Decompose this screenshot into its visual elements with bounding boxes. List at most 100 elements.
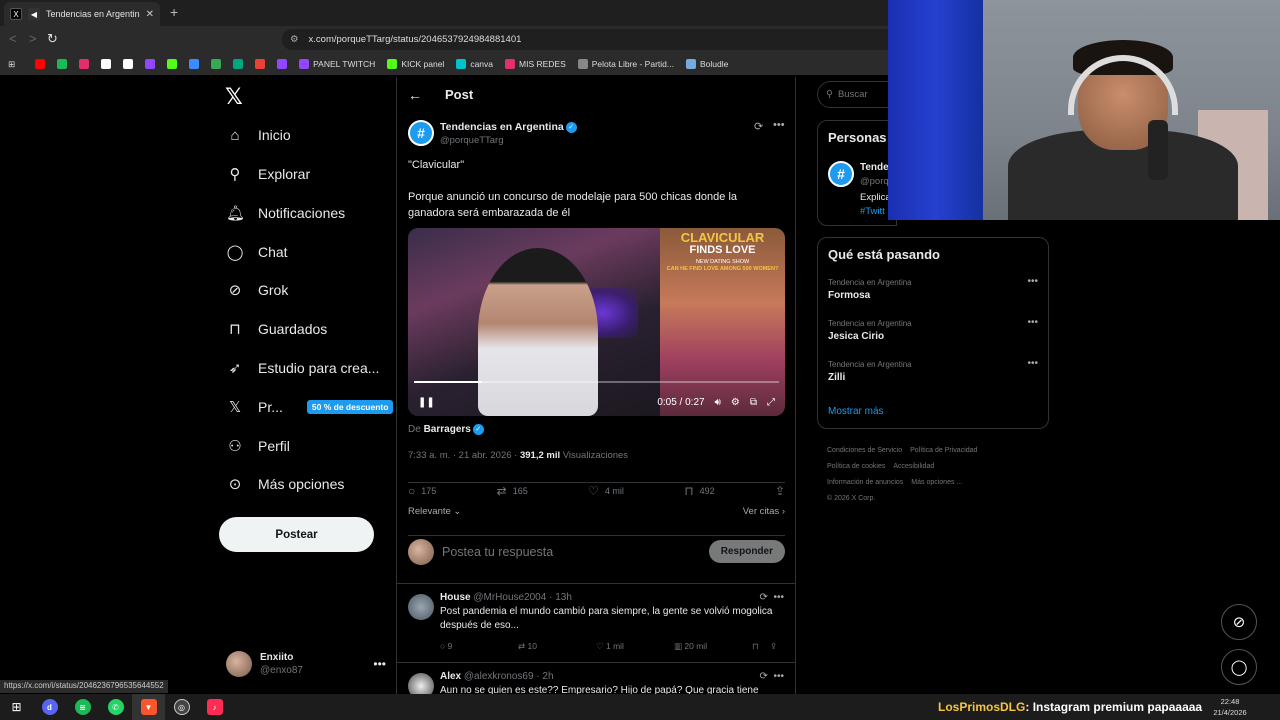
bookmark-item[interactable] [211,59,222,69]
bookmark-item[interactable]: MIS REDES [505,59,566,69]
nav-item-perfil[interactable]: ⚇ Perfil [226,427,290,465]
source-name[interactable]: Barragers [424,424,471,435]
post-timestamp[interactable]: 7:33 a. m. · 21 abr. 2026 · [408,450,517,461]
share-icon[interactable]: ⇪ [770,641,784,652]
bookmark-item[interactable] [255,59,266,69]
nav-item-inicio[interactable]: ⌂ Inicio [226,116,290,154]
nav-item-chat[interactable]: ◯ Chat [226,233,288,271]
bookmark-item[interactable] [57,59,68,69]
address-bar[interactable]: ⚙ x.com/porqueTTarg/status/2046537924984… [282,29,888,50]
more-icon[interactable]: ••• [1027,317,1038,328]
footer-link[interactable]: © 2026 X Corp. [827,495,875,502]
view-quotes-link[interactable]: Ver citas › [743,506,785,517]
settings-icon[interactable]: ⚙ [731,397,740,408]
site-info-icon[interactable]: ⚙ [290,34,299,45]
video-player[interactable]: CLAVICULAR FINDS LOVE NEW DATING SHOW CA… [408,228,785,416]
forward-button[interactable]: > [29,31,37,46]
pause-icon[interactable]: ❚❚ [418,397,435,408]
footer-link[interactable]: Más opciones ... [911,479,962,486]
reply-submit-button[interactable]: Responder [708,540,785,563]
repost-button[interactable]: ⇄ 10 [518,641,596,652]
nav-item-estudio-para-crea[interactable]: ➶ Estudio para crea... [226,349,380,387]
repost-button[interactable]: ⇄ 165 [497,484,528,498]
close-tab-icon[interactable]: ✕ [146,9,154,20]
more-icon[interactable]: ••• [1027,358,1038,369]
reload-button[interactable]: ↻ [47,31,58,47]
people-name[interactable]: Tende [860,162,889,173]
discord-icon[interactable]: d [33,694,66,720]
more-icon[interactable]: ••• [1027,276,1038,287]
bookmark-item[interactable]: Pelota Libre - Partid... [577,59,674,69]
whatsapp-icon[interactable]: ✆ [99,694,132,720]
bookmark-item[interactable] [123,59,134,69]
back-button[interactable]: < [9,31,17,46]
pip-icon[interactable]: ⧉ [750,397,757,408]
reply-button[interactable]: ○ 9 [440,641,518,652]
obs-icon[interactable]: ◎ [165,694,198,720]
nav-item-explorar[interactable]: ⚲ Explorar [226,155,311,193]
bookmark-item[interactable]: canva [456,59,493,69]
author-handle[interactable]: @porqueTTarg [440,135,504,146]
browser-tab[interactable]: X ◀ Tendencias en Argentina en X ✕ [4,2,160,26]
trend-item[interactable]: Tendencia en Argentina Jesica Cirio ••• [828,317,1038,342]
bookmark-item[interactable]: KICK panel [387,59,444,69]
bookmark-icon[interactable]: ⊓ [752,641,770,652]
nav-item-m-s-opciones[interactable]: ⊙ Más opciones [226,465,345,503]
like-button[interactable]: ♡ 4 mil [588,484,624,498]
author-avatar[interactable]: # [408,120,434,146]
video-progress-bar[interactable] [414,381,779,383]
reply-button[interactable]: ○ 175 [408,484,436,498]
trend-item[interactable]: Tendencia en Argentina Zilli ••• [828,358,1038,383]
messages-float-button[interactable]: ◯ [1221,649,1257,685]
bookmark-item[interactable] [101,59,112,69]
author-name[interactable]: Tendencias en Argentina ✓ [440,121,577,133]
footer-link[interactable]: Condiciones de Servicio [827,447,902,454]
bookmark-item[interactable] [189,59,200,69]
bookmark-item[interactable] [277,59,288,69]
views-button[interactable]: ▥ 20 mil [674,641,752,652]
footer-link[interactable]: Información de anuncios [827,479,903,486]
bookmark-item[interactable] [79,59,90,69]
x-logo-icon[interactable]: 𝕏 [225,84,243,110]
like-button[interactable]: ♡ 1 mil [596,641,674,652]
reply-item[interactable]: ⟳ ••• House @MrHouse2004 · 13h Post pand… [397,583,795,663]
grok-icon[interactable]: ⟳ [754,120,763,133]
trend-item[interactable]: Tendencia en Argentina Formosa ••• [828,276,1038,301]
bookmark-button[interactable]: ⊓ 492 [684,484,714,498]
reply-author[interactable]: Alex [440,671,461,682]
fullscreen-icon[interactable]: ⤢ [767,397,775,408]
people-hashtag[interactable]: #Twitt [860,206,885,217]
reply-input[interactable]: Postea tu respuesta [442,545,701,559]
bookmark-item[interactable] [167,59,178,69]
apps-grid-icon[interactable]: ⊞ [8,59,15,70]
account-switcher[interactable]: Enxiito @enxo87 ••• [226,648,386,680]
show-more-link[interactable]: Mostrar más [828,406,884,417]
new-tab-button[interactable]: + [170,4,178,20]
system-clock[interactable]: 22:48 21/4/2026 [1200,696,1260,718]
bookmark-item[interactable] [233,59,244,69]
brave-icon[interactable]: ▼ [132,694,165,720]
nav-item-guardados[interactable]: ⊓ Guardados [226,310,327,348]
share-button[interactable]: ⇪ [775,484,785,498]
nav-item-pr[interactable]: 𝕏 Pr... 50 % de descuento [226,388,394,426]
nav-item-notificaciones[interactable]: 🔔︎ Notificaciones [226,194,345,232]
sort-dropdown[interactable]: Relevante ⌄ [408,506,461,517]
volume-icon[interactable]: 🔊︎ [715,397,721,408]
bookmark-item[interactable] [145,59,156,69]
bookmark-item[interactable] [35,59,46,69]
bookmark-item[interactable]: PANEL TWITCH [299,59,375,69]
reply-author[interactable]: House [440,592,471,603]
more-options-icon[interactable]: ••• [773,119,785,131]
bookmark-item[interactable]: Boludle [685,59,728,69]
windows-start-icon[interactable]: ⊞ [0,694,33,720]
footer-link[interactable]: Accesibilidad [893,463,934,470]
reply-more-icon[interactable]: ⟳ ••• [760,592,784,603]
grok-float-button[interactable]: ⊘ [1221,604,1257,640]
spotify-icon[interactable]: ≋ [66,694,99,720]
nav-item-grok[interactable]: ⊘ Grok [226,271,289,309]
footer-link[interactable]: Política de cookies [827,463,885,470]
more-icon[interactable]: ••• [373,657,386,671]
reply-item[interactable]: ⟳ ••• Alex @alexkronos69 · 2h Aun no se … [397,662,795,694]
reply-more-icon[interactable]: ⟳ ••• [760,671,784,682]
post-button[interactable]: Postear [219,517,374,552]
